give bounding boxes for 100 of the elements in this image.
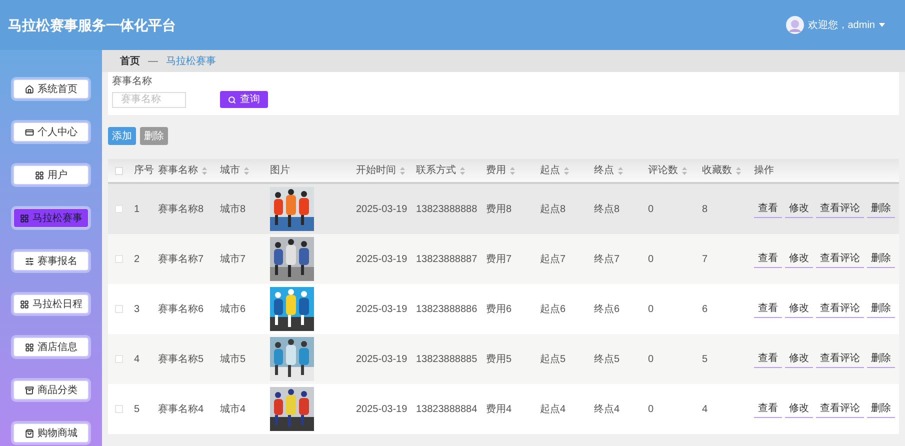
- table-cell: 0: [648, 204, 654, 214]
- table-cell: 8: [702, 204, 708, 214]
- checkbox[interactable]: [115, 255, 123, 263]
- sort-icon[interactable]: [564, 166, 569, 174]
- sidebar-item[interactable]: 赛事报名: [13, 251, 89, 271]
- search-button[interactable]: 查询: [220, 91, 268, 108]
- sort-icon[interactable]: [510, 166, 515, 174]
- row-action-button[interactable]: 修改: [785, 250, 813, 268]
- menu-icon: [34, 170, 44, 180]
- row-action-button[interactable]: 修改: [785, 350, 813, 368]
- table-cell: 赛事名称5: [158, 354, 204, 364]
- row-action-button[interactable]: 修改: [785, 400, 813, 418]
- search-icon: [228, 96, 236, 104]
- table-cell: 城市5: [220, 354, 246, 364]
- table-cell: 费用8: [486, 204, 512, 214]
- table-cell: 终点7: [594, 254, 620, 264]
- row-action-button[interactable]: 查看评论: [816, 350, 864, 368]
- sidebar-item[interactable]: 用户: [13, 165, 89, 185]
- menu-icon: [20, 300, 28, 308]
- sidebar-item[interactable]: 马拉松日程: [13, 294, 89, 314]
- row-action-button[interactable]: 删除: [867, 250, 895, 268]
- column-header[interactable]: 起点: [540, 163, 569, 178]
- table-cell: 6: [702, 304, 708, 314]
- table-cell: 终点6: [594, 304, 620, 314]
- table-cell: 4: [702, 404, 708, 414]
- column-header: 操作: [754, 164, 774, 178]
- sort-icon[interactable]: [202, 166, 207, 174]
- row-action-button[interactable]: 查看评论: [816, 250, 864, 268]
- menu-icon: [24, 256, 34, 266]
- table-cell: 费用4: [486, 404, 512, 414]
- row-action-button[interactable]: 查看评论: [816, 400, 864, 418]
- table-cell: 起点4: [540, 404, 566, 414]
- checkbox[interactable]: [115, 355, 123, 363]
- sort-icon[interactable]: [460, 166, 465, 174]
- table-cell: 13823888887: [416, 254, 478, 264]
- breadcrumb-separator: —: [148, 54, 158, 68]
- checkbox[interactable]: [115, 305, 123, 313]
- row-action-button[interactable]: 查看: [754, 300, 782, 318]
- table-cell: 费用6: [486, 304, 512, 314]
- sort-icon[interactable]: [244, 166, 249, 174]
- menu-icon: [24, 128, 34, 136]
- table-cell: 0: [648, 404, 654, 414]
- sort-icon[interactable]: [736, 166, 741, 174]
- table-cell: 3: [134, 304, 140, 314]
- column-header[interactable]: 赛事名称: [158, 163, 207, 178]
- row-action-button[interactable]: 查看: [754, 250, 782, 268]
- table-cell: 赛事名称6: [158, 304, 204, 314]
- search-field[interactable]: 赛事名称: [112, 92, 186, 108]
- sort-icon[interactable]: [682, 166, 687, 174]
- menu-icon: [24, 342, 34, 352]
- row-action-button[interactable]: 查看: [754, 400, 782, 418]
- table-cell: 赛事名称4: [158, 404, 204, 414]
- row-action-button[interactable]: 修改: [785, 200, 813, 218]
- column-header[interactable]: 评论数: [648, 163, 687, 178]
- checkbox[interactable]: [115, 205, 123, 213]
- field-label: 赛事名称: [112, 74, 153, 89]
- table-cell: 13823888884: [416, 404, 478, 414]
- table-cell: 终点4: [594, 404, 620, 414]
- table-cell: 终点8: [594, 204, 620, 214]
- row-action-button[interactable]: 删除: [867, 300, 895, 318]
- row-action-button[interactable]: 修改: [785, 300, 813, 318]
- sort-icon[interactable]: [618, 166, 623, 174]
- sidebar-item[interactable]: 系统首页: [13, 79, 89, 99]
- row-action-button[interactable]: 查看评论: [816, 200, 864, 218]
- row-action-button[interactable]: 删除: [867, 200, 895, 218]
- checkbox[interactable]: [115, 405, 123, 413]
- table-cell: 费用5: [486, 354, 512, 364]
- table-cell: 13823888885: [416, 354, 478, 364]
- column-header[interactable]: 城市: [220, 163, 249, 178]
- column-header[interactable]: 联系方式: [416, 163, 465, 178]
- sidebar-item[interactable]: 商品分类: [13, 380, 89, 400]
- column-header[interactable]: 费用: [486, 163, 515, 178]
- table-cell: 起点7: [540, 254, 566, 264]
- table-cell: 起点5: [540, 354, 566, 364]
- column-header: 图片: [270, 164, 290, 178]
- table-cell: 城市7: [220, 254, 246, 264]
- menu-icon: [24, 386, 34, 394]
- sidebar-item[interactable]: 购物商城: [13, 423, 89, 443]
- app-title: 马拉松赛事服务一体化平台: [8, 16, 176, 34]
- caret-icon[interactable]: [879, 23, 885, 27]
- table-cell: 13823888888: [416, 204, 478, 214]
- row-action-button[interactable]: 删除: [867, 350, 895, 368]
- avatar-icon[interactable]: [786, 16, 804, 34]
- checkbox[interactable]: [115, 166, 123, 174]
- sidebar-item[interactable]: 个人中心: [13, 122, 89, 142]
- row-action-button[interactable]: 查看评论: [816, 300, 864, 318]
- breadcrumb-link[interactable]: 首页: [120, 54, 140, 68]
- table-cell: 2025-03-19: [356, 354, 408, 364]
- row-action-button[interactable]: 查看: [754, 200, 782, 218]
- column-header[interactable]: 开始时间: [356, 163, 405, 178]
- sidebar-item[interactable]: 酒店信息: [13, 337, 89, 357]
- row-action-button[interactable]: 查看: [754, 350, 782, 368]
- column-header[interactable]: 收藏数: [702, 163, 741, 178]
- menu-icon: [24, 84, 34, 94]
- sort-icon[interactable]: [400, 166, 405, 174]
- column-header[interactable]: 终点: [594, 163, 623, 178]
- menu-icon: [20, 214, 28, 222]
- table-cell: 1: [134, 204, 140, 214]
- table-cell: 7: [702, 254, 708, 264]
- row-action-button[interactable]: 删除: [867, 400, 895, 418]
